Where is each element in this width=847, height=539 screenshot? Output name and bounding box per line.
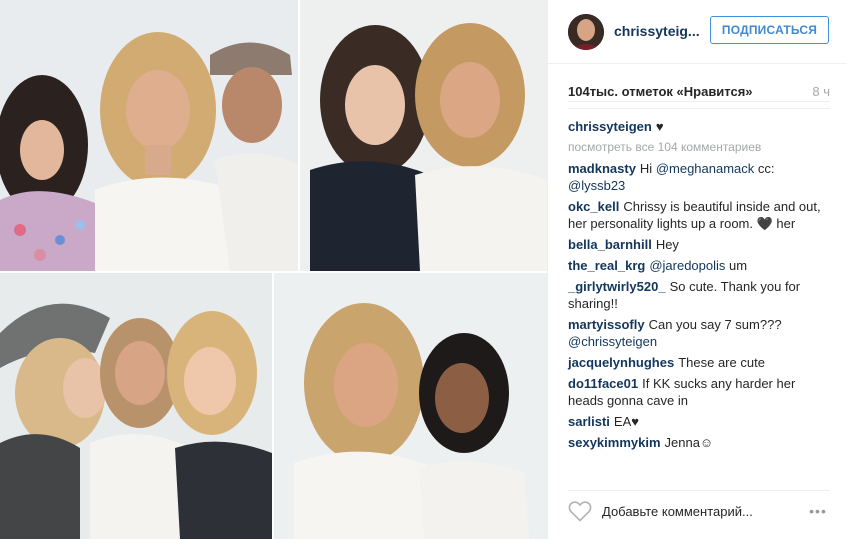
comment-text-tail: cc: bbox=[754, 161, 775, 176]
photo-tile-3 bbox=[0, 273, 272, 539]
comment-text: Hey bbox=[655, 237, 679, 252]
comment-mention[interactable]: @meghanamack bbox=[656, 161, 754, 176]
comments-list: chrissyteigen ♥ посмотреть все 104 коммен… bbox=[568, 118, 830, 455]
comment-item: bella_barnhill Hey bbox=[568, 236, 830, 253]
divider bbox=[568, 108, 830, 109]
avatar[interactable] bbox=[568, 14, 604, 50]
photo-tile-1 bbox=[0, 0, 298, 271]
comment-item: okc_kell Chrissy is beautiful inside and … bbox=[568, 198, 830, 232]
comment-username[interactable]: sexykimmykim bbox=[568, 435, 661, 450]
photo-tile-2 bbox=[300, 0, 547, 271]
comment-item: do11face01 If KK sucks any harder her hea… bbox=[568, 375, 830, 409]
comment-text-tail: um bbox=[725, 258, 748, 273]
post-photo[interactable] bbox=[0, 0, 547, 539]
view-all-comments-link[interactable]: посмотреть все 104 комментариев bbox=[568, 139, 830, 156]
post-side-panel: chrissyteig... ПОДПИСАТЬСЯ 104тыс. отмет… bbox=[547, 0, 847, 539]
comment-text: EA♥ bbox=[613, 414, 639, 429]
post-footer: ••• bbox=[568, 490, 830, 530]
heart-outline-icon[interactable] bbox=[568, 500, 592, 522]
comment-mention[interactable]: @chrissyteigen bbox=[568, 334, 657, 349]
comment-text: Hi bbox=[639, 161, 656, 176]
comment-username[interactable]: madknasty bbox=[568, 161, 636, 176]
comment-username[interactable]: okc_kell bbox=[568, 199, 619, 214]
comment-item: sarlisti EA♥ bbox=[568, 413, 830, 430]
ellipsis-icon[interactable]: ••• bbox=[806, 502, 830, 520]
comment-item: jacquelynhughes These are cute bbox=[568, 354, 830, 371]
comment-username[interactable]: martyissofly bbox=[568, 317, 645, 332]
likes-count[interactable]: 104тыс. отметок «Нравится» bbox=[568, 84, 753, 99]
comment-item: madknasty Hi @meghanamack cc: @lyssb23 bbox=[568, 160, 830, 194]
comment-username[interactable]: sarlisti bbox=[568, 414, 610, 429]
add-comment-input[interactable] bbox=[602, 500, 792, 522]
follow-button[interactable]: ПОДПИСАТЬСЯ bbox=[710, 16, 829, 44]
comment-mention[interactable]: @lyssb23 bbox=[568, 178, 625, 193]
comment-username[interactable]: _girlytwirly520_ bbox=[568, 279, 666, 294]
comment-username[interactable]: bella_barnhill bbox=[568, 237, 652, 252]
comment-username[interactable]: do11face01 bbox=[568, 376, 638, 391]
comment-text: Can you say 7 sum??? bbox=[648, 317, 782, 332]
caption: chrissyteigen ♥ bbox=[568, 118, 830, 135]
comment-text: Jenna☺ bbox=[664, 435, 714, 450]
comment-item: _girlytwirly520_ So cute. Thank you for s… bbox=[568, 278, 830, 312]
comment-username[interactable]: the_real_krg bbox=[568, 258, 645, 273]
post-header: chrissyteig... ПОДПИСАТЬСЯ bbox=[548, 0, 847, 64]
comment-mention[interactable]: @jaredopolis bbox=[649, 258, 725, 273]
comment-text: These are cute bbox=[678, 355, 765, 370]
caption-username[interactable]: chrissyteigen bbox=[568, 119, 652, 134]
post-timestamp[interactable]: 8 ч bbox=[812, 84, 830, 99]
comment-item: the_real_krg @jaredopolis um bbox=[568, 257, 830, 274]
comment-username[interactable]: jacquelynhughes bbox=[568, 355, 674, 370]
photo-tile-4 bbox=[274, 273, 547, 539]
comment-item: martyissofly Can you say 7 sum??? @chriss… bbox=[568, 316, 830, 350]
caption-text: ♥ bbox=[655, 119, 664, 134]
post-stats: 104тыс. отметок «Нравится» 8 ч bbox=[568, 82, 830, 102]
post-author-username[interactable]: chrissyteig... bbox=[614, 23, 700, 39]
comment-item: sexykimmykim Jenna☺ bbox=[568, 434, 830, 451]
